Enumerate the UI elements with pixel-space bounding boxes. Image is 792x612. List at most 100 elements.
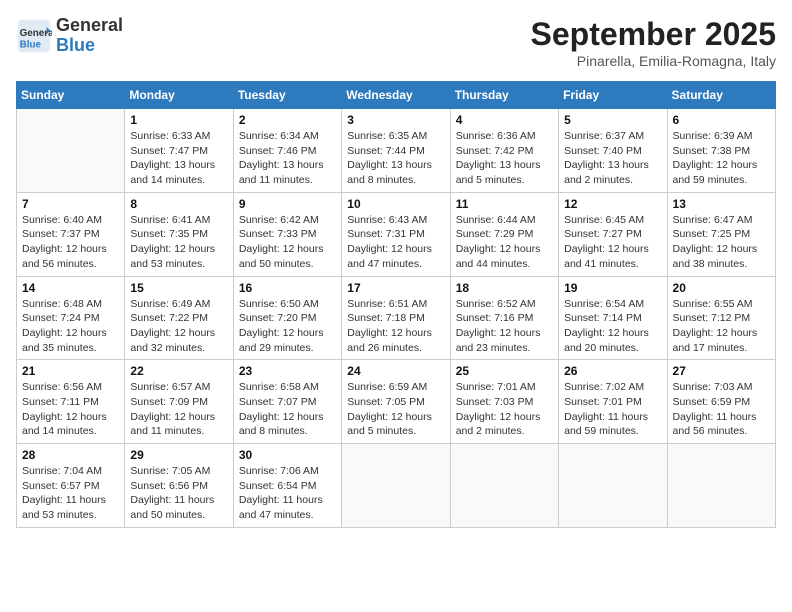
title-block: September 2025 Pinarella, Emilia-Romagna… (531, 16, 776, 69)
calendar-cell: 24 Sunrise: 6:59 AMSunset: 7:05 PMDayligh… (342, 360, 450, 444)
calendar-cell: 16 Sunrise: 6:50 AMSunset: 7:20 PMDayligh… (233, 276, 341, 360)
calendar-cell: 14Sunrise: 6:48 AMSunset: 7:24 PMDayligh… (17, 276, 125, 360)
calendar-cell: 11Sunrise: 6:44 AMSunset: 7:29 PMDayligh… (450, 192, 558, 276)
week-row: 7 Sunrise: 6:40 AMSunset: 7:37 PMDaylight… (17, 192, 776, 276)
page-header: General Blue General Blue September 2025… (16, 16, 776, 69)
cell-details: Sunrise: 6:52 AMSunset: 7:16 PMDaylight:… (456, 297, 553, 356)
day-number: 21 (22, 364, 119, 378)
calendar-cell: 10 Sunrise: 6:43 AMSunset: 7:31 PMDayligh… (342, 192, 450, 276)
day-number: 18 (456, 281, 553, 295)
calendar-cell: 26 Sunrise: 7:02 AMSunset: 7:01 PMDayligh… (559, 360, 667, 444)
calendar-cell: 12 Sunrise: 6:45 AMSunset: 7:27 PMDayligh… (559, 192, 667, 276)
day-number: 19 (564, 281, 661, 295)
calendar-cell (342, 444, 450, 528)
calendar-cell: 20Sunrise: 6:55 AMSunset: 7:12 PMDayligh… (667, 276, 775, 360)
calendar-cell: 13 Sunrise: 6:47 AMSunset: 7:25 PMDayligh… (667, 192, 775, 276)
svg-text:Blue: Blue (20, 39, 42, 50)
calendar-cell: 30 Sunrise: 7:06 AMSunset: 6:54 PMDayligh… (233, 444, 341, 528)
calendar-cell: 27Sunrise: 7:03 AMSunset: 6:59 PMDayligh… (667, 360, 775, 444)
day-number: 7 (22, 197, 119, 211)
day-number: 20 (673, 281, 770, 295)
calendar-cell: 4 Sunrise: 6:36 AMSunset: 7:42 PMDaylight… (450, 109, 558, 193)
day-number: 4 (456, 113, 553, 127)
cell-details: Sunrise: 7:06 AMSunset: 6:54 PMDaylight:… (239, 464, 336, 523)
cell-details: Sunrise: 6:41 AMSunset: 7:35 PMDaylight:… (130, 213, 227, 272)
calendar-cell (17, 109, 125, 193)
calendar-cell: 28 Sunrise: 7:04 AMSunset: 6:57 PMDayligh… (17, 444, 125, 528)
day-number: 28 (22, 448, 119, 462)
day-number: 3 (347, 113, 444, 127)
day-number: 10 (347, 197, 444, 211)
day-number: 24 (347, 364, 444, 378)
cell-details: Sunrise: 7:04 AMSunset: 6:57 PMDaylight:… (22, 464, 119, 523)
weekday-header: Sunday (17, 82, 125, 109)
weekday-header: Saturday (667, 82, 775, 109)
cell-details: Sunrise: 7:05 AMSunset: 6:56 PMDaylight:… (130, 464, 227, 523)
calendar-cell: 29Sunrise: 7:05 AMSunset: 6:56 PMDayligh… (125, 444, 233, 528)
cell-details: Sunrise: 7:02 AMSunset: 7:01 PMDaylight:… (564, 380, 661, 439)
cell-details: Sunrise: 7:01 AMSunset: 7:03 PMDaylight:… (456, 380, 553, 439)
cell-details: Sunrise: 6:44 AMSunset: 7:29 PMDaylight:… (456, 213, 553, 272)
day-number: 15 (130, 281, 227, 295)
logo-blue: Blue (56, 36, 123, 56)
weekday-header: Friday (559, 82, 667, 109)
calendar-cell: 2Sunrise: 6:34 AMSunset: 7:46 PMDaylight… (233, 109, 341, 193)
weekday-header-row: SundayMondayTuesdayWednesdayThursdayFrid… (17, 82, 776, 109)
calendar-cell: 21 Sunrise: 6:56 AMSunset: 7:11 PMDayligh… (17, 360, 125, 444)
cell-details: Sunrise: 6:58 AMSunset: 7:07 PMDaylight:… (239, 380, 336, 439)
cell-details: Sunrise: 6:36 AMSunset: 7:42 PMDaylight:… (456, 129, 553, 188)
week-row: 21 Sunrise: 6:56 AMSunset: 7:11 PMDayligh… (17, 360, 776, 444)
day-number: 6 (673, 113, 770, 127)
cell-details: Sunrise: 6:33 AMSunset: 7:47 PMDaylight:… (130, 129, 227, 188)
month-title: September 2025 (531, 16, 776, 53)
day-number: 12 (564, 197, 661, 211)
cell-details: Sunrise: 6:40 AMSunset: 7:37 PMDaylight:… (22, 213, 119, 272)
day-number: 16 (239, 281, 336, 295)
calendar-cell (450, 444, 558, 528)
logo-general: General (56, 16, 123, 36)
weekday-header: Wednesday (342, 82, 450, 109)
week-row: 14Sunrise: 6:48 AMSunset: 7:24 PMDayligh… (17, 276, 776, 360)
calendar-cell: 19 Sunrise: 6:54 AMSunset: 7:14 PMDayligh… (559, 276, 667, 360)
cell-details: Sunrise: 6:42 AMSunset: 7:33 PMDaylight:… (239, 213, 336, 272)
cell-details: Sunrise: 6:34 AMSunset: 7:46 PMDaylight:… (239, 129, 336, 188)
calendar-cell: 5Sunrise: 6:37 AMSunset: 7:40 PMDaylight… (559, 109, 667, 193)
weekday-header: Thursday (450, 82, 558, 109)
calendar-cell: 25Sunrise: 7:01 AMSunset: 7:03 PMDayligh… (450, 360, 558, 444)
calendar-cell: 7 Sunrise: 6:40 AMSunset: 7:37 PMDaylight… (17, 192, 125, 276)
calendar-cell: 18 Sunrise: 6:52 AMSunset: 7:16 PMDayligh… (450, 276, 558, 360)
cell-details: Sunrise: 6:39 AMSunset: 7:38 PMDaylight:… (673, 129, 770, 188)
calendar-cell: 8 Sunrise: 6:41 AMSunset: 7:35 PMDaylight… (125, 192, 233, 276)
cell-details: Sunrise: 7:03 AMSunset: 6:59 PMDaylight:… (673, 380, 770, 439)
calendar-cell: 17 Sunrise: 6:51 AMSunset: 7:18 PMDayligh… (342, 276, 450, 360)
day-number: 17 (347, 281, 444, 295)
cell-details: Sunrise: 6:51 AMSunset: 7:18 PMDaylight:… (347, 297, 444, 356)
day-number: 9 (239, 197, 336, 211)
cell-details: Sunrise: 6:50 AMSunset: 7:20 PMDaylight:… (239, 297, 336, 356)
cell-details: Sunrise: 6:54 AMSunset: 7:14 PMDaylight:… (564, 297, 661, 356)
calendar-cell: 6 Sunrise: 6:39 AMSunset: 7:38 PMDaylight… (667, 109, 775, 193)
calendar-table: SundayMondayTuesdayWednesdayThursdayFrid… (16, 81, 776, 528)
logo-text: General Blue (56, 16, 123, 56)
day-number: 30 (239, 448, 336, 462)
week-row: 28 Sunrise: 7:04 AMSunset: 6:57 PMDayligh… (17, 444, 776, 528)
cell-details: Sunrise: 6:49 AMSunset: 7:22 PMDaylight:… (130, 297, 227, 356)
cell-details: Sunrise: 6:57 AMSunset: 7:09 PMDaylight:… (130, 380, 227, 439)
cell-details: Sunrise: 6:47 AMSunset: 7:25 PMDaylight:… (673, 213, 770, 272)
location-subtitle: Pinarella, Emilia-Romagna, Italy (531, 53, 776, 69)
cell-details: Sunrise: 6:59 AMSunset: 7:05 PMDaylight:… (347, 380, 444, 439)
day-number: 13 (673, 197, 770, 211)
weekday-header: Tuesday (233, 82, 341, 109)
day-number: 26 (564, 364, 661, 378)
day-number: 23 (239, 364, 336, 378)
cell-details: Sunrise: 6:56 AMSunset: 7:11 PMDaylight:… (22, 380, 119, 439)
cell-details: Sunrise: 6:43 AMSunset: 7:31 PMDaylight:… (347, 213, 444, 272)
day-number: 8 (130, 197, 227, 211)
calendar-cell (559, 444, 667, 528)
day-number: 22 (130, 364, 227, 378)
day-number: 14 (22, 281, 119, 295)
cell-details: Sunrise: 6:45 AMSunset: 7:27 PMDaylight:… (564, 213, 661, 272)
logo: General Blue General Blue (16, 16, 123, 56)
calendar-cell (667, 444, 775, 528)
day-number: 1 (130, 113, 227, 127)
